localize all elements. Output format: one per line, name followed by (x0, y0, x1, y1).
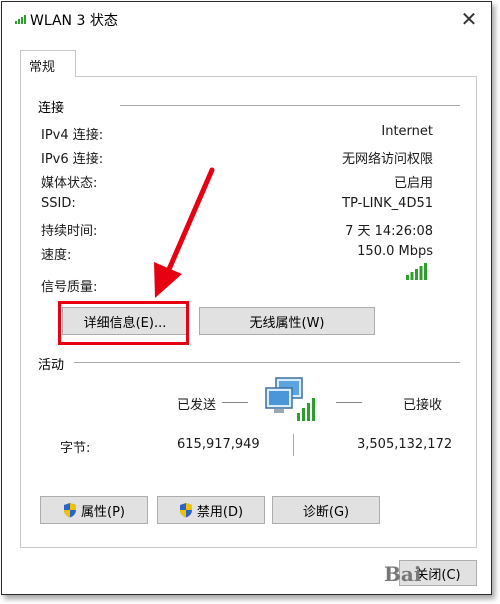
sent-label: 已发送 (177, 398, 217, 413)
wireless-properties-label: 无线属性(W) (249, 315, 325, 331)
wifi-signal-icon (15, 15, 26, 24)
media-state-value: 已启用 (393, 176, 433, 191)
ipv6-label: IPv6 连接: (41, 152, 104, 167)
close-icon[interactable]: ✕ (447, 2, 491, 36)
ssid-label: SSID: (41, 196, 76, 211)
ipv6-value: 无网络访问权限 (341, 152, 433, 167)
activity-section-label: 活动 (38, 358, 65, 373)
shield-icon (179, 503, 192, 518)
ipv4-value: Internet (381, 124, 433, 139)
network-computers-icon (265, 377, 315, 421)
close-label: 关闭(C) (415, 567, 461, 583)
diagnose-label: 诊断(G) (302, 504, 350, 520)
red-arrow (154, 167, 215, 298)
bytes-sent-value: 615,917,949 (177, 437, 260, 452)
sent-dash (222, 402, 248, 403)
received-dash (336, 402, 362, 403)
duration-label: 持续时间: (41, 224, 98, 239)
diagnose-button[interactable]: 诊断(G) (272, 496, 380, 524)
tab-label: 常规 (29, 60, 56, 75)
connection-section-label: 连接 (38, 101, 65, 116)
signal-quality-label: 信号质量: (41, 280, 98, 295)
ipv4-label: IPv4 连接: (41, 128, 104, 143)
speed-label: 速度: (41, 248, 72, 263)
disable-button[interactable]: 禁用(D) (157, 496, 265, 524)
wireless-properties-button[interactable]: 无线属性(W) (199, 307, 375, 335)
window-title: WLAN 3 状态 (30, 13, 118, 29)
properties-label: 属性(P) (81, 504, 125, 520)
shield-icon (64, 503, 76, 518)
media-state-label: 媒体状态: (41, 176, 98, 191)
watermark: Bai (384, 562, 422, 586)
status-dialog: WLAN 3 状态 ✕ 常规 连接 IPv4 连接: Internet IPv6… (1, 1, 492, 595)
signal-quality-icon (406, 263, 427, 280)
bytes-label: 字节: (60, 441, 91, 456)
activity-divider (74, 362, 460, 363)
received-label: 已接收 (403, 398, 443, 413)
speed-value: 150.0 Mbps (357, 244, 433, 259)
duration-value: 7 天 14:26:08 (345, 224, 433, 239)
bytes-received-value: 3,505,132,172 (357, 437, 453, 452)
connection-divider (120, 105, 460, 106)
disable-label: 禁用(D) (196, 504, 244, 520)
bytes-separator (293, 434, 294, 456)
highlight-box (58, 301, 189, 345)
properties-button[interactable]: 属性(P) (40, 496, 148, 524)
title-bar: WLAN 3 状态 ✕ (2, 2, 491, 36)
tab-general[interactable]: 常规 (20, 50, 76, 77)
ssid-value: TP-LINK_4D51 (342, 196, 433, 211)
